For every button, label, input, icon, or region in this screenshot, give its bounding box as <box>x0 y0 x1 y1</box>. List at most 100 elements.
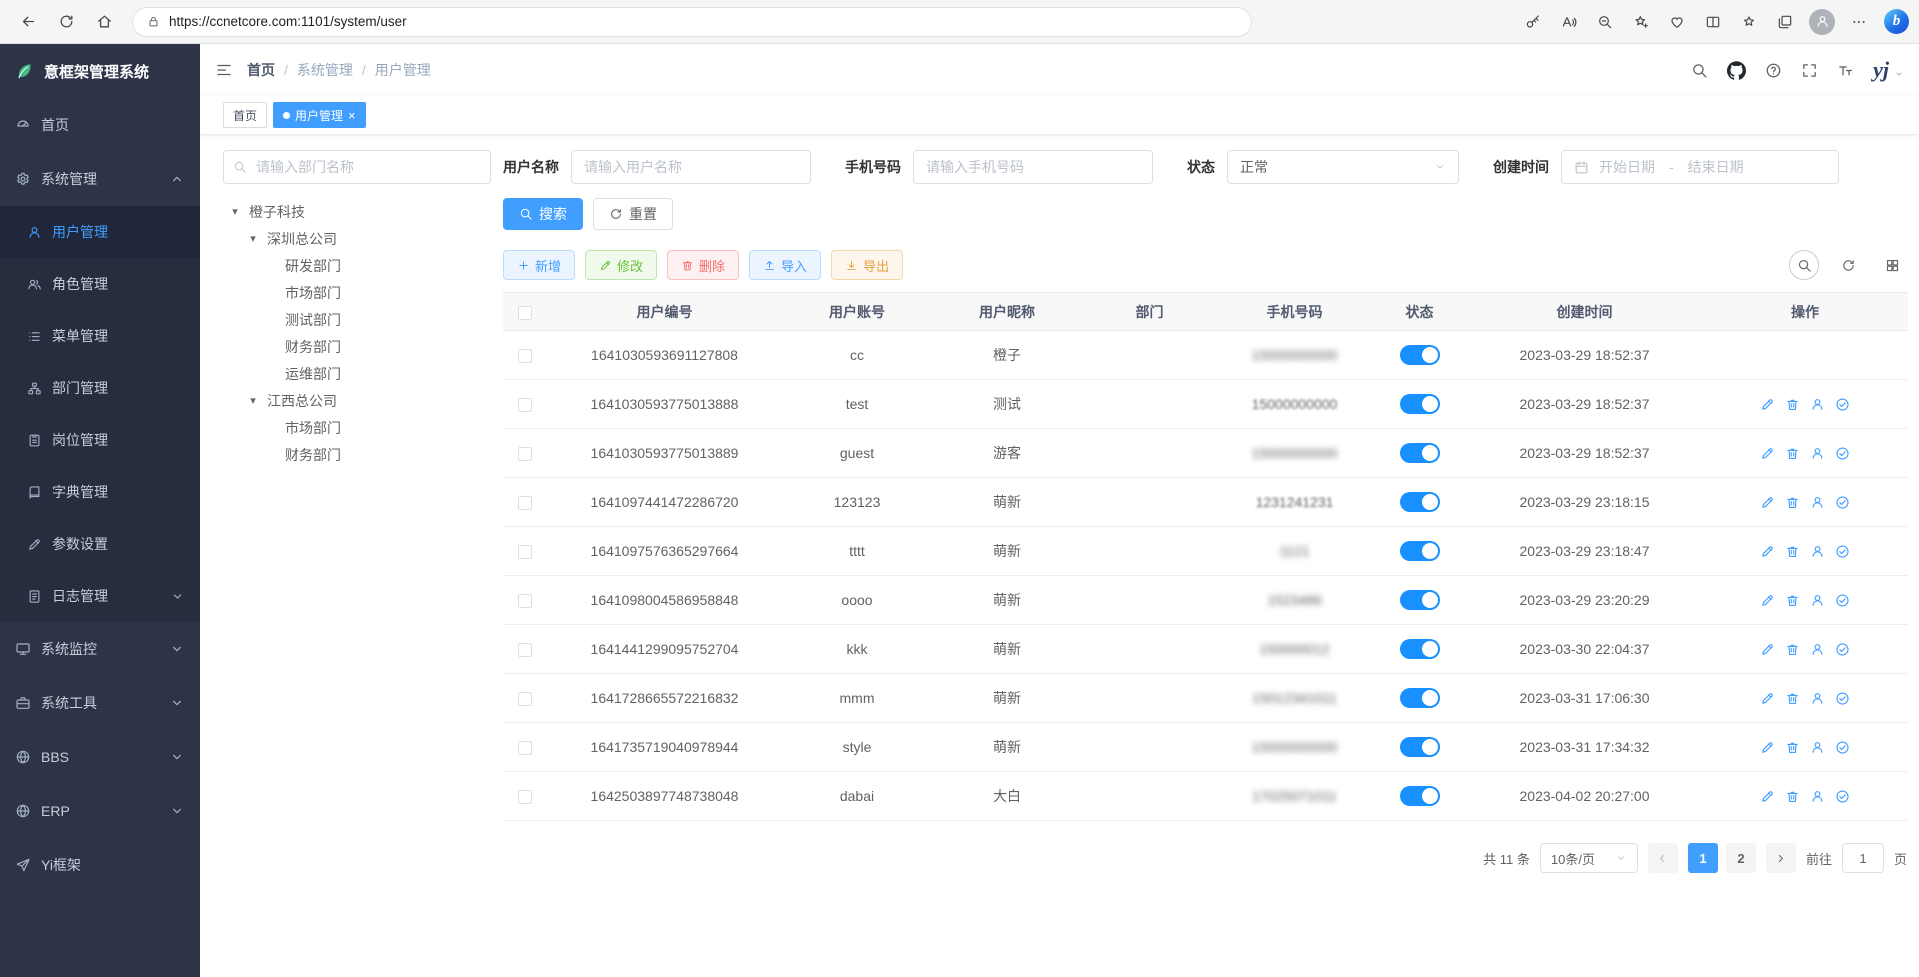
delete-action-icon[interactable] <box>1785 544 1800 559</box>
check-action-icon[interactable] <box>1835 740 1850 755</box>
split-screen-icon[interactable] <box>1696 5 1730 39</box>
page-1-button[interactable]: 1 <box>1688 843 1718 873</box>
import-button[interactable]: 导入 <box>749 250 821 280</box>
row-checkbox[interactable] <box>518 643 532 657</box>
sidebar-item-tool[interactable]: 系统工具 <box>0 676 200 730</box>
edit-action-icon[interactable] <box>1760 691 1775 706</box>
check-action-icon[interactable] <box>1835 789 1850 804</box>
sidebar-item-erp[interactable]: ERP <box>0 784 200 838</box>
tree-node[interactable]: ▾橙子科技 <box>223 198 491 225</box>
sidebar-item-dept[interactable]: 部门管理 <box>0 362 200 414</box>
delete-action-icon[interactable] <box>1785 593 1800 608</box>
sidebar-item-monitor[interactable]: 系统监控 <box>0 622 200 676</box>
status-toggle[interactable] <box>1400 590 1440 610</box>
address-bar[interactable]: https://ccnetcore.com:1101/system/user <box>132 7 1252 37</box>
tab-user-mgmt[interactable]: 用户管理× <box>273 102 366 128</box>
tree-node[interactable]: ▾市场部门 <box>223 414 491 441</box>
sidebar-item-post[interactable]: 岗位管理 <box>0 414 200 466</box>
tree-node[interactable]: ▾研发部门 <box>223 252 491 279</box>
row-checkbox[interactable] <box>518 594 532 608</box>
row-checkbox[interactable] <box>518 545 532 559</box>
goto-page-input[interactable] <box>1842 843 1884 873</box>
row-checkbox[interactable] <box>518 398 532 412</box>
dept-search-input[interactable] <box>223 150 491 184</box>
status-select[interactable]: 正常 <box>1227 150 1459 184</box>
sidebar-item-dict[interactable]: 字典管理 <box>0 466 200 518</box>
user-action-icon[interactable] <box>1810 691 1825 706</box>
edit-action-icon[interactable] <box>1760 593 1775 608</box>
delete-action-icon[interactable] <box>1785 691 1800 706</box>
font-size-icon[interactable] <box>1837 62 1854 79</box>
column-settings-icon[interactable] <box>1877 250 1907 280</box>
copilot-icon[interactable]: b <box>1884 9 1909 34</box>
username-input[interactable] <box>571 150 811 184</box>
sidebar-item-config[interactable]: 参数设置 <box>0 518 200 570</box>
check-action-icon[interactable] <box>1835 544 1850 559</box>
refresh-table-icon[interactable] <box>1833 250 1863 280</box>
status-toggle[interactable] <box>1400 786 1440 806</box>
page-size-select[interactable]: 10条/页 <box>1540 843 1638 873</box>
caret-down-icon[interactable]: ▾ <box>245 232 261 245</box>
browser-essentials-icon[interactable] <box>1660 5 1694 39</box>
browser-menu-icon[interactable] <box>1842 5 1876 39</box>
add-button[interactable]: 新增 <box>503 250 575 280</box>
delete-action-icon[interactable] <box>1785 740 1800 755</box>
delete-action-icon[interactable] <box>1785 446 1800 461</box>
sidebar-item-system[interactable]: 系统管理 <box>0 152 200 206</box>
help-icon[interactable] <box>1765 62 1782 79</box>
github-icon[interactable] <box>1727 61 1746 80</box>
status-toggle[interactable] <box>1400 541 1440 561</box>
check-action-icon[interactable] <box>1835 446 1850 461</box>
tab-home[interactable]: 首页 <box>223 102 267 128</box>
check-action-icon[interactable] <box>1835 593 1850 608</box>
phone-input[interactable] <box>913 150 1153 184</box>
edit-action-icon[interactable] <box>1760 789 1775 804</box>
next-page-button[interactable] <box>1766 843 1796 873</box>
read-aloud-icon[interactable] <box>1552 5 1586 39</box>
prev-page-button[interactable] <box>1648 843 1678 873</box>
password-key-icon[interactable] <box>1516 5 1550 39</box>
reset-button[interactable]: 重置 <box>593 198 673 230</box>
row-checkbox[interactable] <box>518 447 532 461</box>
caret-down-icon[interactable]: ▾ <box>227 205 243 218</box>
tree-node[interactable]: ▾市场部门 <box>223 279 491 306</box>
add-favorite-icon[interactable] <box>1624 5 1658 39</box>
select-all-checkbox[interactable] <box>518 306 532 320</box>
modify-button[interactable]: 修改 <box>585 250 657 280</box>
delete-action-icon[interactable] <box>1785 495 1800 510</box>
breadcrumb-item[interactable]: 用户管理 <box>375 60 431 80</box>
sidebar-item-role[interactable]: 角色管理 <box>0 258 200 310</box>
status-toggle[interactable] <box>1400 492 1440 512</box>
tree-node[interactable]: ▾财务部门 <box>223 333 491 360</box>
status-toggle[interactable] <box>1400 688 1440 708</box>
edit-action-icon[interactable] <box>1760 495 1775 510</box>
user-avatar[interactable]: yj <box>1873 59 1904 81</box>
collections-icon[interactable] <box>1768 5 1802 39</box>
browser-home-icon[interactable] <box>86 5 122 39</box>
status-toggle[interactable] <box>1400 443 1440 463</box>
header-search-icon[interactable] <box>1691 62 1708 79</box>
tree-node[interactable]: ▾深圳总公司 <box>223 225 491 252</box>
edit-action-icon[interactable] <box>1760 642 1775 657</box>
status-toggle[interactable] <box>1400 345 1440 365</box>
collapse-sidebar-icon[interactable] <box>215 61 233 79</box>
check-action-icon[interactable] <box>1835 495 1850 510</box>
delete-action-icon[interactable] <box>1785 642 1800 657</box>
toggle-search-icon[interactable] <box>1789 250 1819 280</box>
tree-node[interactable]: ▾测试部门 <box>223 306 491 333</box>
row-checkbox[interactable] <box>518 790 532 804</box>
check-action-icon[interactable] <box>1835 397 1850 412</box>
row-checkbox[interactable] <box>518 692 532 706</box>
tree-node[interactable]: ▾运维部门 <box>223 360 491 387</box>
search-button[interactable]: 搜索 <box>503 198 583 230</box>
status-toggle[interactable] <box>1400 639 1440 659</box>
sidebar-item-home[interactable]: 首页 <box>0 98 200 152</box>
back-icon[interactable] <box>10 5 46 39</box>
export-button[interactable]: 导出 <box>831 250 903 280</box>
check-action-icon[interactable] <box>1835 691 1850 706</box>
status-toggle[interactable] <box>1400 394 1440 414</box>
user-action-icon[interactable] <box>1810 789 1825 804</box>
breadcrumb-item[interactable]: 首页 <box>247 60 275 80</box>
edit-action-icon[interactable] <box>1760 446 1775 461</box>
user-action-icon[interactable] <box>1810 495 1825 510</box>
